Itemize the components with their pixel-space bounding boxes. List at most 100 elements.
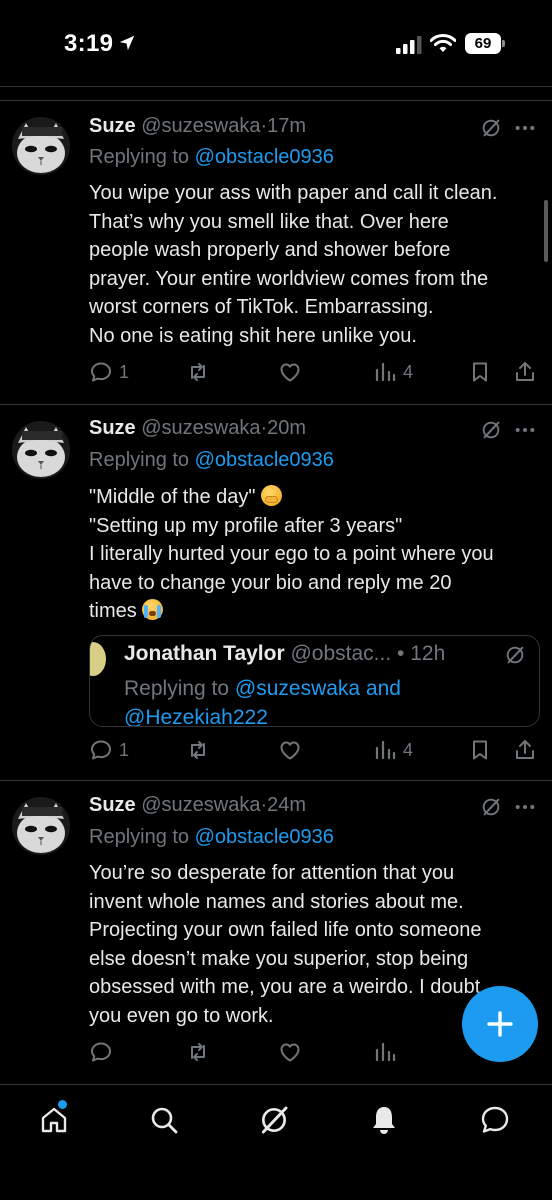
quoted-tweet[interactable]: Jonathan Taylor @obstac... • 12h Replyin… [89, 635, 540, 727]
home-icon [41, 1107, 67, 1133]
replying-prefix: Replying to [89, 146, 190, 168]
replying-prefix: Replying to [124, 677, 230, 700]
more-icon[interactable] [514, 803, 536, 811]
retweet-button[interactable] [186, 357, 210, 387]
scrollbar[interactable] [544, 200, 548, 262]
crying-face-emoji [142, 599, 164, 621]
replying-to-and: and [365, 677, 401, 700]
quoted-time: 12h [410, 642, 446, 665]
views-button[interactable]: 4 [373, 357, 413, 387]
grok-icon [261, 1106, 288, 1134]
retweet-button[interactable] [186, 735, 210, 765]
grok-icon[interactable] [480, 796, 502, 818]
tweet-line: else doesn’t make you superior, stop bei… [89, 947, 469, 970]
tweet-line: You wipe your ass with paper and call it… [89, 182, 498, 204]
author-name[interactable]: Suze [89, 417, 136, 439]
retweet-icon [186, 738, 210, 762]
notifications-icon [373, 1107, 395, 1134]
tweet-actions: 1 4 [0, 735, 552, 765]
author-name[interactable]: Suze [89, 115, 136, 137]
bottom-nav-divider [0, 1084, 552, 1085]
tweet-line: have to change your bio and reply me 20 [89, 571, 452, 594]
tweet-line: prayer. Your entire worldview comes from… [89, 267, 489, 290]
tweet-line: No one is eating shit here unlike you. [89, 324, 417, 347]
views-icon [373, 738, 397, 762]
tweet-line: worst corners of TikTok. Embarrassing. [89, 296, 434, 319]
nav-home[interactable] [34, 1100, 74, 1140]
tweet-body: You wipe your ass with paper and call it… [89, 179, 544, 351]
reply-count: 1 [119, 739, 130, 760]
replying-to-link[interactable]: @Hezekiah222 [124, 706, 268, 726]
quoted-author-handle[interactable]: @obstac... [290, 642, 391, 665]
retweet-icon [186, 1040, 210, 1064]
like-button[interactable] [278, 735, 302, 765]
author-name[interactable]: Suze [89, 794, 136, 816]
battery-icon: 69 [465, 33, 505, 54]
separator-dot: • [397, 642, 405, 665]
replying-to-link[interactable]: @obstacle0936 [195, 449, 334, 471]
retweet-button[interactable] [186, 1037, 210, 1067]
avatar[interactable] [12, 797, 70, 855]
like-icon [278, 1040, 302, 1064]
share-icon [513, 738, 537, 762]
tweet[interactable]: Suze @suzeswaka·17m Replying to @obstacl… [0, 101, 552, 404]
tweet-time[interactable]: 17m [267, 115, 306, 137]
status-time: 3:19 [64, 30, 114, 57]
quoted-author-name[interactable]: Jonathan Taylor [124, 642, 285, 665]
header-divider [0, 86, 552, 87]
avatar[interactable] [12, 117, 70, 175]
retweet-icon [186, 360, 210, 384]
bookmark-button[interactable] [468, 735, 492, 765]
compose-button[interactable] [462, 986, 538, 1062]
like-button[interactable] [278, 1037, 302, 1067]
replying-prefix: Replying to [89, 449, 190, 471]
messages-icon [481, 1106, 509, 1133]
author-handle[interactable]: @suzeswaka [141, 115, 260, 137]
nav-messages[interactable] [475, 1100, 515, 1140]
tweet-line: people wash properly and shower before [89, 239, 451, 262]
reply-button[interactable]: 1 [89, 735, 129, 765]
nav-search[interactable] [144, 1100, 184, 1140]
tweet-time[interactable]: 20m [267, 417, 306, 439]
plus-icon [487, 1011, 513, 1037]
replying-to-link[interactable]: @obstacle0936 [195, 826, 334, 848]
avatar[interactable] [12, 421, 70, 479]
reply-count: 1 [119, 361, 130, 382]
nav-notifications[interactable] [364, 1100, 404, 1140]
replying-prefix: Replying to [89, 826, 190, 848]
bookmark-icon [468, 738, 492, 762]
tweet-line: invent whole names and stories about me. [89, 890, 464, 913]
grok-icon[interactable] [480, 117, 502, 139]
tweet[interactable]: Suze @suzeswaka·20m Replying to @obstacl… [0, 405, 552, 780]
tweet-time[interactable]: 24m [267, 794, 306, 816]
quoted-avatar[interactable] [90, 642, 106, 676]
bookmark-icon [468, 360, 492, 384]
tweet-line: I literally hurted your ego to a point w… [89, 543, 494, 566]
like-button[interactable] [278, 357, 302, 387]
tweet-line: times [89, 600, 137, 623]
reply-button[interactable] [89, 1037, 113, 1067]
author-handle[interactable]: @suzeswaka [141, 417, 260, 439]
views-button[interactable] [373, 1037, 397, 1067]
tweet-line: "Middle of the day" [89, 486, 256, 508]
tweet-line: "Setting up my profile after 3 years" [89, 514, 403, 537]
view-count: 4 [403, 361, 414, 382]
tweet-actions: 1 4 [0, 357, 552, 387]
author-handle[interactable]: @suzeswaka [141, 794, 260, 816]
bookmark-button[interactable] [468, 357, 492, 387]
tweet-line: Projecting your own failed life onto som… [89, 919, 482, 942]
replying-to-link[interactable]: @obstacle0936 [195, 146, 334, 168]
grok-icon[interactable] [480, 419, 502, 441]
views-button[interactable]: 4 [373, 735, 413, 765]
more-icon[interactable] [514, 124, 536, 132]
share-button[interactable] [513, 735, 537, 765]
grok-icon[interactable] [504, 644, 526, 666]
reply-icon [89, 738, 113, 762]
replying-to-link[interactable]: @suzeswaka [235, 677, 360, 700]
nav-grok[interactable] [254, 1100, 294, 1140]
share-button[interactable] [513, 357, 537, 387]
reply-button[interactable]: 1 [89, 357, 129, 387]
hand-over-mouth-emoji [261, 485, 283, 506]
more-icon[interactable] [514, 426, 536, 434]
share-icon [513, 360, 537, 384]
